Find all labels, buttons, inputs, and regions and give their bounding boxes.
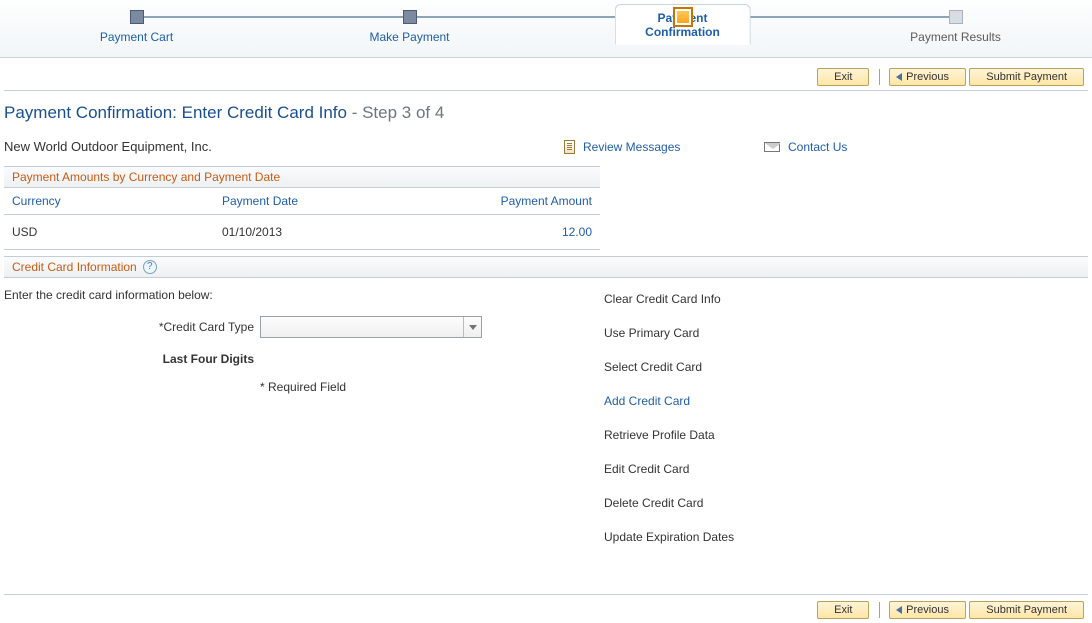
wizard-step-payment-confirmation[interactable]: Payment Confirmation: [546, 0, 819, 44]
wizard-step-payment-cart[interactable]: Payment Cart: [0, 0, 273, 44]
action-select-cc[interactable]: Select Credit Card: [604, 356, 1088, 390]
col-payment-amount[interactable]: Payment Amount: [464, 188, 600, 215]
company-name: New World Outdoor Equipment, Inc.: [4, 139, 564, 154]
cell-amount[interactable]: 12.00: [464, 215, 600, 250]
cc-type-label: *Credit Card Type: [4, 320, 260, 334]
cc-area: Enter the credit card information below:…: [4, 288, 1088, 560]
table-row: USD 01/10/2013 12.00: [4, 215, 600, 250]
submit-payment-button[interactable]: Submit Payment: [969, 68, 1084, 86]
contact-us-link[interactable]: Contact Us: [764, 140, 924, 154]
review-messages-label: Review Messages: [583, 140, 680, 154]
submit-payment-button[interactable]: Submit Payment: [969, 601, 1084, 619]
wizard-step-label: Payment Results: [910, 30, 1001, 44]
last-four-label: Last Four Digits: [4, 352, 260, 366]
action-use-primary[interactable]: Use Primary Card: [604, 322, 1088, 356]
cc-actions-list: Clear Credit Card Info Use Primary Card …: [604, 288, 1088, 560]
form-row-cc-type: *Credit Card Type: [4, 316, 564, 338]
form-row-last-four: Last Four Digits: [4, 352, 564, 366]
separator: [879, 69, 880, 85]
cell-date: 01/10/2013: [214, 215, 464, 250]
wizard-step-make-payment[interactable]: Make Payment: [273, 0, 546, 44]
cell-currency: USD: [4, 215, 214, 250]
col-payment-date[interactable]: Payment Date: [214, 188, 464, 215]
chevron-down-icon: [469, 325, 477, 330]
envelope-icon: [764, 142, 780, 152]
page-title: Payment Confirmation: Enter Credit Card …: [0, 99, 1092, 133]
action-delete-cc[interactable]: Delete Credit Card: [604, 492, 1088, 526]
section-title: Credit Card Information: [12, 260, 137, 274]
step-box-icon: [403, 10, 417, 24]
page-title-main: Payment Confirmation: Enter Credit Card …: [4, 103, 347, 122]
step-box-future-icon: [949, 10, 963, 24]
divider: [4, 90, 1088, 91]
required-field-note: * Required Field: [4, 380, 564, 394]
chevron-left-icon: [896, 606, 902, 614]
page-title-step: - Step 3 of 4: [347, 103, 444, 122]
wizard-step-label: Payment Cart: [100, 30, 173, 44]
action-row-bottom: Exit Previous Submit Payment: [0, 595, 1092, 623]
separator: [879, 602, 880, 618]
previous-label: Previous: [906, 71, 949, 83]
wizard-step-label: Make Payment: [369, 30, 449, 44]
section-cc-info: Credit Card Information ?: [4, 256, 1088, 278]
contact-us-label: Contact Us: [788, 140, 847, 154]
exit-button[interactable]: Exit: [817, 68, 869, 86]
help-icon[interactable]: ?: [143, 260, 157, 274]
exit-button[interactable]: Exit: [817, 601, 869, 619]
step-box-icon: [130, 10, 144, 24]
step-box-current-icon: [673, 7, 693, 27]
action-edit-cc[interactable]: Edit Credit Card: [604, 458, 1088, 492]
clipboard-icon: [564, 140, 575, 154]
action-add-cc[interactable]: Add Credit Card: [604, 390, 1088, 424]
action-row-top: Exit Previous Submit Payment: [0, 62, 1092, 90]
action-clear-cc[interactable]: Clear Credit Card Info: [604, 288, 1088, 322]
company-row: New World Outdoor Equipment, Inc. Review…: [0, 133, 1092, 160]
payment-amounts-table: Currency Payment Date Payment Amount USD…: [4, 188, 600, 250]
wizard-step-payment-results[interactable]: Payment Results: [819, 0, 1092, 44]
previous-button[interactable]: Previous: [889, 68, 966, 86]
wizard-bar: Payment Cart Make Payment Payment Confir…: [0, 0, 1092, 58]
select-arrow: [463, 317, 481, 337]
cc-type-select[interactable]: [260, 316, 482, 338]
review-messages-link[interactable]: Review Messages: [564, 140, 764, 154]
previous-label: Previous: [906, 604, 949, 616]
section-payment-amounts: Payment Amounts by Currency and Payment …: [4, 166, 600, 188]
cc-form: Enter the credit card information below:…: [4, 288, 564, 560]
section-title: Payment Amounts by Currency and Payment …: [12, 170, 280, 184]
previous-button[interactable]: Previous: [889, 601, 966, 619]
action-update-expiration[interactable]: Update Expiration Dates: [604, 526, 1088, 560]
action-retrieve-profile[interactable]: Retrieve Profile Data: [604, 424, 1088, 458]
col-currency[interactable]: Currency: [4, 188, 214, 215]
cc-intro-text: Enter the credit card information below:: [4, 288, 564, 302]
chevron-left-icon: [896, 73, 902, 81]
